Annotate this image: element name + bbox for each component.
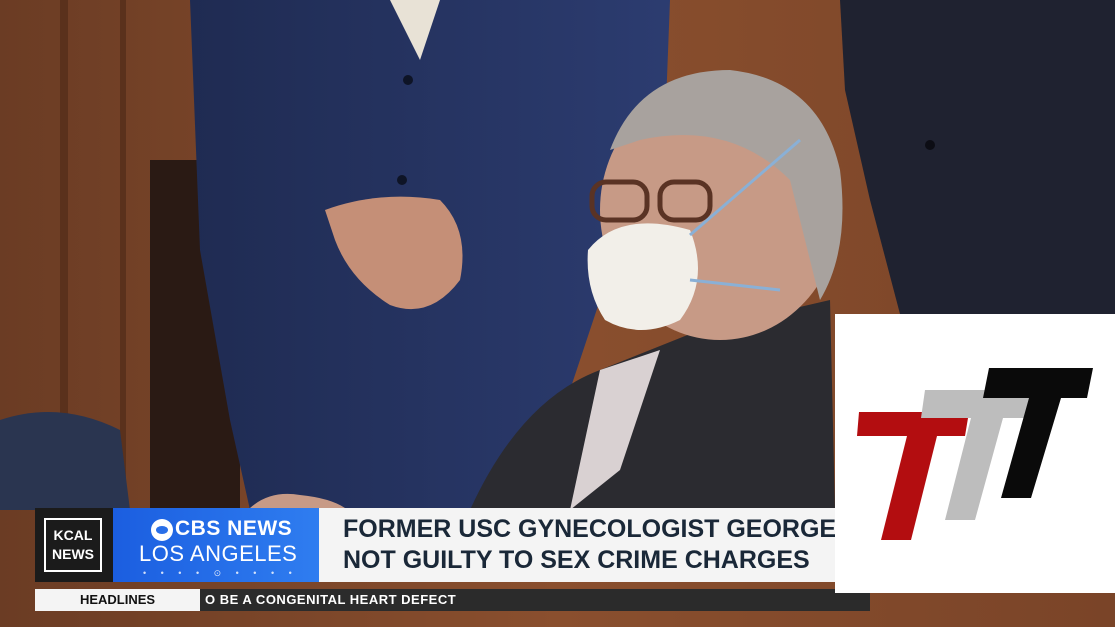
news-label: NEWS: [52, 546, 94, 562]
headline-text: FORMER USC GYNECOLOGIST GEORGE TY NOT GU…: [343, 514, 875, 576]
headline-line-2: NOT GUILTY TO SEX CRIME CHARGES: [343, 546, 810, 574]
kcal-news-badge: KCAL NEWS: [44, 518, 102, 572]
lower-third-banner: KCAL NEWS CBS NEWS LOS ANGELES • • • • ⊙…: [35, 508, 875, 582]
news-ticker: HEADLINES O BE A CONGENITAL HEART DEFECT: [35, 589, 870, 611]
headline-line-1: FORMER USC GYNECOLOGIST GEORGE TY: [343, 515, 875, 543]
network-dots: • • • • ⊙ • • • •: [143, 568, 298, 578]
cbs-eye-icon: [151, 519, 173, 541]
kcal-label: KCAL: [53, 527, 93, 543]
network-city: LOS ANGELES: [139, 541, 298, 566]
cbs-news-los-angeles-logo: CBS NEWS LOS ANGELES • • • • ⊙ • • • •: [113, 508, 319, 582]
ticker-text: O BE A CONGENITAL HEART DEFECT: [205, 592, 457, 607]
network-name: CBS NEWS: [175, 517, 293, 540]
ttt-logo-icon: [857, 368, 1093, 540]
ticker-label: HEADLINES: [35, 589, 200, 611]
brand-logo-panel: [835, 314, 1115, 593]
kcal-news-logo: KCAL NEWS: [35, 508, 113, 582]
